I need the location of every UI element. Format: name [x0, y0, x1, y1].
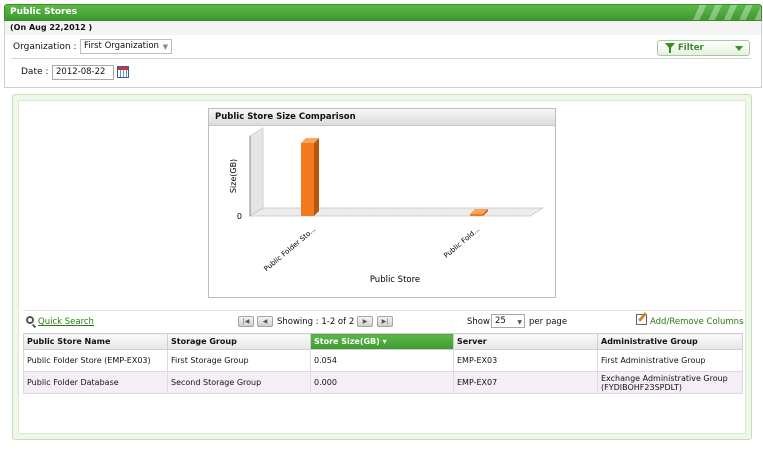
show-label: Show: [467, 317, 490, 327]
table-header-row: Public Store Name Storage Group Store Si…: [23, 333, 743, 350]
table-row[interactable]: Public Folder Database Second Storage Gr…: [23, 371, 743, 394]
public-stores-table: Public Store Name Storage Group Store Si…: [23, 333, 743, 394]
bar-0[interactable]: [301, 138, 319, 216]
cell-store-size: 0.054: [310, 349, 454, 372]
chart-floor: [248, 207, 545, 217]
bar-side: [314, 138, 319, 216]
cell-storage-group: Second Storage Group: [167, 371, 311, 394]
chevron-down-icon: ▼: [162, 43, 168, 51]
quick-search-link[interactable]: Quick Search: [38, 317, 94, 327]
y-axis-label: Size(GB): [229, 159, 238, 193]
cell-store-size: 0.000: [310, 371, 454, 394]
calendar-icon[interactable]: [117, 66, 129, 78]
cell-admin-group: Exchange Administrative Group (FYDIBOHF2…: [597, 371, 743, 394]
search-icon[interactable]: [26, 316, 34, 324]
filter-button[interactable]: Filter: [657, 40, 750, 56]
organization-value: First Organization: [84, 41, 159, 51]
chevron-down-icon: [735, 46, 743, 51]
next-page-button[interactable]: ▶: [357, 316, 373, 327]
column-header-store-name[interactable]: Public Store Name: [23, 333, 168, 350]
per-page-value: 25: [495, 316, 506, 326]
organization-label: Organization :: [13, 42, 77, 52]
filter-button-label: Filter: [678, 43, 704, 53]
bar-front: [470, 214, 483, 216]
pagination-status: Showing : 1-2 of 2: [277, 317, 355, 327]
cell-server: EMP-EX07: [453, 371, 598, 394]
organization-select[interactable]: First Organization ▼: [80, 39, 172, 54]
per-page-label: per page: [529, 317, 568, 327]
prev-page-button[interactable]: ◀: [257, 316, 273, 327]
cell-storage-group: First Storage Group: [167, 349, 311, 372]
column-header-storage-group[interactable]: Storage Group: [167, 333, 311, 350]
bar-series: [301, 138, 488, 216]
chevron-down-icon: ▼: [517, 319, 522, 326]
cell-admin-group: First Administrative Group: [597, 349, 743, 372]
last-page-button[interactable]: ▶|: [377, 316, 393, 327]
table-row[interactable]: Public Folder Store (EMP-EX03) First Sto…: [23, 349, 743, 372]
date-label: Date :: [21, 67, 49, 77]
funnel-icon: [665, 43, 675, 53]
x-tick-label-0: Public Folder Sto...: [262, 225, 317, 273]
date-input[interactable]: 2012-08-22: [52, 65, 114, 80]
bar-front: [301, 143, 314, 216]
add-remove-columns-link[interactable]: Add/Remove Columns: [650, 317, 744, 327]
chart-back-wall: [249, 127, 264, 217]
y-tick-label-0: 0: [237, 212, 242, 221]
page-title: Public Stores: [10, 7, 77, 17]
cell-store-name: Public Folder Store (EMP-EX03): [23, 349, 168, 372]
chart-title: Public Store Size Comparison: [209, 109, 555, 126]
column-header-server[interactable]: Server: [453, 333, 598, 350]
report-date-note: (On Aug 22,2012 ): [4, 21, 762, 35]
page-header: Public Stores: [4, 4, 762, 21]
first-page-button[interactable]: |◀: [238, 316, 254, 327]
column-header-store-size[interactable]: Store Size(GB) ▾: [310, 333, 454, 350]
cell-store-name: Public Folder Database: [23, 371, 168, 394]
header-decoration: [691, 5, 761, 20]
x-tick-label-1: Public Fold...: [442, 225, 481, 259]
column-header-admin-group[interactable]: Administrative Group: [597, 333, 743, 350]
filter-divider: [11, 58, 751, 59]
edit-columns-icon[interactable]: [636, 314, 647, 325]
chart-plot: 0 Size(GB) Public Folder Sto... Public F…: [229, 127, 545, 285]
x-axis-label: Public Store: [370, 275, 420, 285]
per-page-select[interactable]: 25 ▼: [491, 314, 525, 328]
cell-server: EMP-EX03: [453, 349, 598, 372]
